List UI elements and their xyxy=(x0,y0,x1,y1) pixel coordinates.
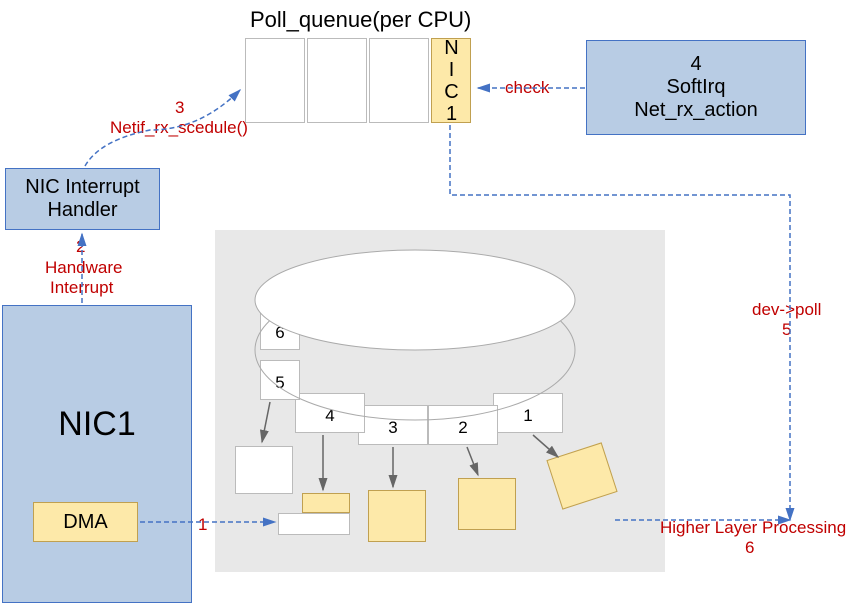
queue-slot xyxy=(307,38,367,123)
ring-cell-3: 3 xyxy=(358,405,428,445)
ring-cell-9: ... xyxy=(440,270,510,310)
softirq-line2: Net_rx_action xyxy=(634,99,757,122)
softirq-number: 4 xyxy=(690,53,701,76)
step2-line2: Interrupt xyxy=(50,278,113,298)
higher-line1: Higher Layer Processing xyxy=(660,518,846,538)
diagram-title: Poll_quenue(per CPU) xyxy=(250,7,471,33)
check-label: check xyxy=(505,78,549,98)
dma-box: DMA xyxy=(33,502,138,542)
ring-cell-4: 4 xyxy=(295,393,365,433)
packet xyxy=(368,490,426,542)
ring-cell-8: 8 xyxy=(370,268,440,308)
packet-empty xyxy=(235,446,293,494)
nic1-box: NIC1 xyxy=(2,305,192,603)
nic-handler-box: NIC Interrupt Handler xyxy=(5,168,160,230)
nic-handler-line2: Handler xyxy=(47,199,117,222)
ring-cell-1: 1 xyxy=(493,393,563,433)
dma-label: DMA xyxy=(63,511,107,534)
higher-line2: 6 xyxy=(745,538,754,558)
step2-number: 2 xyxy=(76,237,85,257)
ring-cell-6: 6 xyxy=(260,310,300,350)
ring-cell-2: 2 xyxy=(428,405,498,445)
packet-small xyxy=(302,493,350,513)
dev-poll-line2: 5 xyxy=(782,320,791,340)
ring-cell-7: 7 xyxy=(300,275,370,315)
dev-poll-line1: dev->poll xyxy=(752,300,821,320)
queue-nic1-label: NIC1 xyxy=(440,37,463,125)
step1-label: 1 xyxy=(198,515,207,535)
step3-func: Netif_rx_scedule() xyxy=(110,118,248,138)
nic1-label: NIC1 xyxy=(58,405,135,444)
queue-nic1-slot: NIC1 xyxy=(431,38,471,123)
nic-handler-line1: NIC Interrupt xyxy=(25,176,139,199)
queue-slot xyxy=(245,38,305,123)
packet xyxy=(458,478,516,530)
softirq-box: 4 SoftIrq Net_rx_action xyxy=(586,40,806,135)
ring-cell-5: 5 xyxy=(260,360,300,400)
packet-base xyxy=(278,513,350,535)
queue-slot xyxy=(369,38,429,123)
step3-number: 3 xyxy=(175,98,184,118)
softirq-line1: SoftIrq xyxy=(667,76,726,99)
step2-line1: Handware xyxy=(45,258,123,278)
